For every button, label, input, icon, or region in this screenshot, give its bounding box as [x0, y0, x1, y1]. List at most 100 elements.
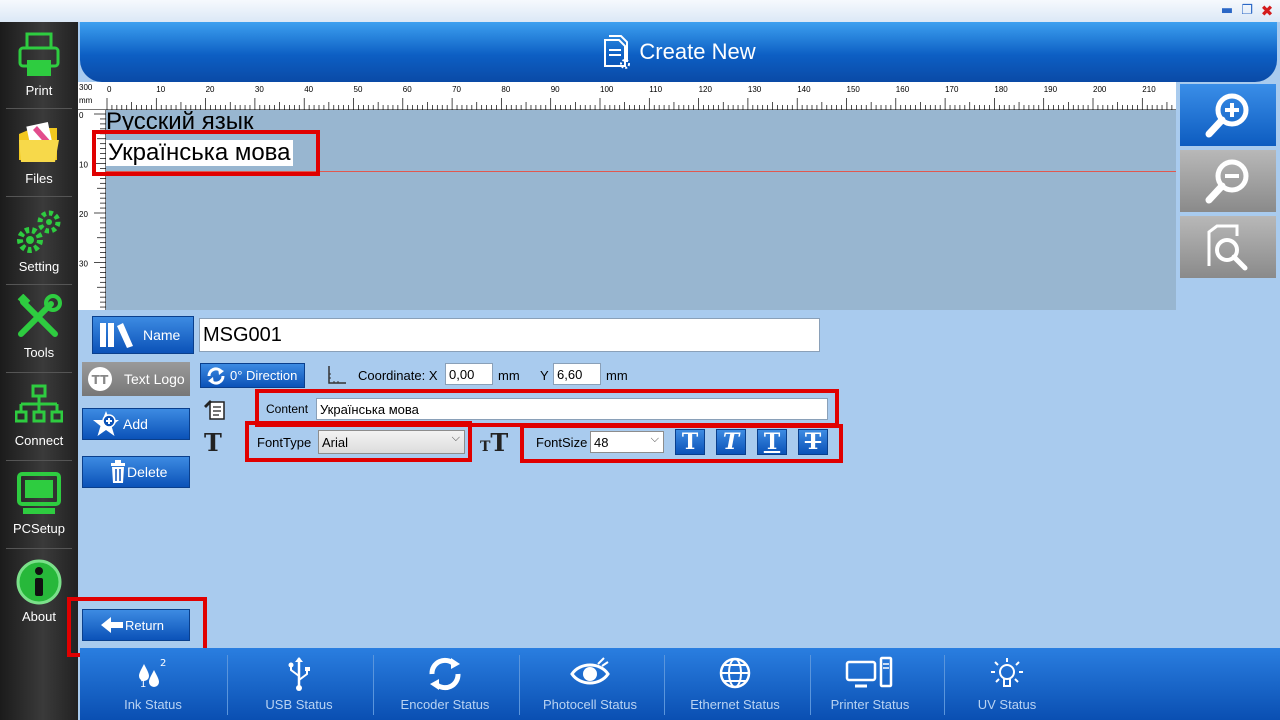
ethernet-status[interactable]: Ethernet Status [662, 648, 808, 720]
status-label: Printer Status [830, 697, 910, 712]
ruler-label: 120 [699, 85, 713, 94]
delete-icon [111, 460, 125, 483]
status-label: Ink Status [124, 697, 182, 712]
status-label: UV Status [977, 697, 1037, 712]
svg-text:TT: TT [92, 373, 109, 387]
create-doc-icon [604, 35, 631, 69]
ink-icon: 2 1 [139, 658, 166, 688]
strikethrough-icon: T [804, 429, 822, 455]
window-controls: ▬ ❐ ✖ [1220, 2, 1274, 20]
strikethrough-button[interactable]: T [798, 429, 828, 455]
sidebar-item-connect[interactable]: Connect [0, 384, 78, 448]
zoom-fit-icon [1207, 224, 1248, 271]
direction-button[interactable]: 0° Direction [200, 363, 305, 388]
ruler-corner-unit: mm [79, 96, 93, 105]
ruler-label: 100 [600, 85, 614, 94]
canvas-text-line-selected[interactable]: Українська мова [106, 140, 293, 166]
network-icon [15, 384, 63, 423]
sidebar-item-label: Connect [14, 433, 64, 448]
delete-button[interactable]: Delete [82, 456, 190, 488]
return-label: Return [125, 617, 165, 633]
direction-label: 0° Direction [230, 368, 298, 383]
uv-icon [991, 658, 1023, 687]
font-size-icon: TT [480, 428, 509, 457]
y-coordinate-input[interactable]: 6,60 [553, 363, 601, 385]
ink-status[interactable]: 2 1 Ink Status [80, 648, 226, 720]
sidebar-item-setting[interactable]: Setting [0, 206, 78, 274]
photocell-status[interactable]: Photocell Status [517, 648, 663, 720]
sidebar-item-label: PCSetup [12, 521, 66, 536]
sidebar-item-pcsetup[interactable]: PCSetup [0, 470, 78, 536]
ruler-label: 30 [255, 85, 264, 94]
name-icon [100, 323, 133, 348]
files-icon [19, 122, 59, 162]
y-unit-label: mm [606, 368, 628, 383]
sidebar-item-files[interactable]: Files [0, 120, 78, 186]
ruler-label: 70 [452, 85, 461, 94]
usb-status[interactable]: USB Status [226, 648, 372, 720]
delete-label: Delete [127, 464, 168, 480]
ruler-label: 50 [354, 85, 363, 94]
status-label: USB Status [265, 697, 333, 712]
underline-icon: T [763, 429, 781, 455]
ruler-label: 210 [1142, 85, 1156, 94]
zoom-in-button[interactable] [1180, 84, 1276, 146]
restore-icon[interactable]: ❐ [1240, 4, 1254, 18]
tools-icon [17, 294, 62, 337]
usb-icon [288, 657, 310, 691]
add-button[interactable]: Add [82, 408, 190, 440]
ruler-label: 190 [1044, 85, 1058, 94]
close-icon[interactable]: ✖ [1260, 4, 1274, 19]
encoder-status[interactable]: Encoder Status [372, 648, 518, 720]
ruler-label: 90 [551, 85, 560, 94]
ruler-label: 150 [847, 85, 861, 94]
uv-status[interactable]: UV Status [934, 648, 1080, 720]
svg-text:2: 2 [160, 658, 166, 669]
italic-button[interactable]: T [716, 429, 746, 455]
zoom-out-button[interactable] [1180, 150, 1276, 212]
baseline-guide [106, 171, 1176, 172]
fontsize-select[interactable]: 48 ⌵ [590, 431, 664, 453]
ruler-label: 110 [649, 85, 662, 94]
fonttype-label: FontType [257, 435, 312, 450]
name-button[interactable]: Name [92, 316, 194, 354]
fonttype-select[interactable]: Arial ⌵ [318, 430, 465, 454]
zoom-fit-button[interactable] [1180, 216, 1276, 278]
coordinate-x-label: Coordinate: X [358, 368, 438, 383]
italic-icon: T [722, 429, 740, 455]
content-input[interactable]: Українська мова [316, 398, 828, 420]
printer-status[interactable]: Printer Status [797, 648, 943, 720]
page-title: Create New [639, 39, 756, 64]
name-input[interactable]: MSG001 [199, 318, 820, 352]
svg-text:1: 1 [140, 679, 146, 688]
sidebar-item-about[interactable]: About [0, 558, 78, 624]
status-label: Ethernet Status [690, 697, 780, 712]
printer-icon [18, 32, 60, 76]
ruler-label: 160 [896, 85, 910, 94]
ethernet-icon [719, 657, 751, 689]
add-icon [93, 411, 119, 436]
sidebar-item-tools[interactable]: Tools [0, 294, 78, 360]
status-label: Encoder Status [400, 697, 490, 712]
sidebar-item-print[interactable]: Print [0, 32, 78, 98]
text-logo-button[interactable]: TT Text Logo [82, 362, 190, 396]
monitor-icon [17, 472, 61, 514]
page-header: Create New [80, 22, 1277, 82]
return-button[interactable]: Return [82, 609, 190, 641]
bold-button[interactable]: T [675, 429, 705, 455]
add-label: Add [123, 416, 148, 432]
name-button-label: Name [143, 327, 181, 343]
coordinate-y-label: Y [540, 368, 549, 383]
fontsize-label: FontSize [536, 435, 588, 450]
minimize-icon[interactable]: ▬ [1220, 4, 1234, 18]
x-coordinate-input[interactable]: 0,00 [445, 363, 493, 385]
sidebar-item-label: Files [25, 171, 53, 186]
info-icon [16, 559, 62, 605]
status-label: Photocell Status [543, 697, 637, 712]
ruler-label: 0 [107, 85, 112, 94]
canvas-text-line[interactable]: Русский язык [106, 109, 253, 135]
underline-button[interactable]: T [757, 429, 787, 455]
content-label: Content [266, 402, 309, 416]
ruler-label: 10 [79, 161, 88, 170]
sidebar-item-label: About [22, 609, 56, 624]
